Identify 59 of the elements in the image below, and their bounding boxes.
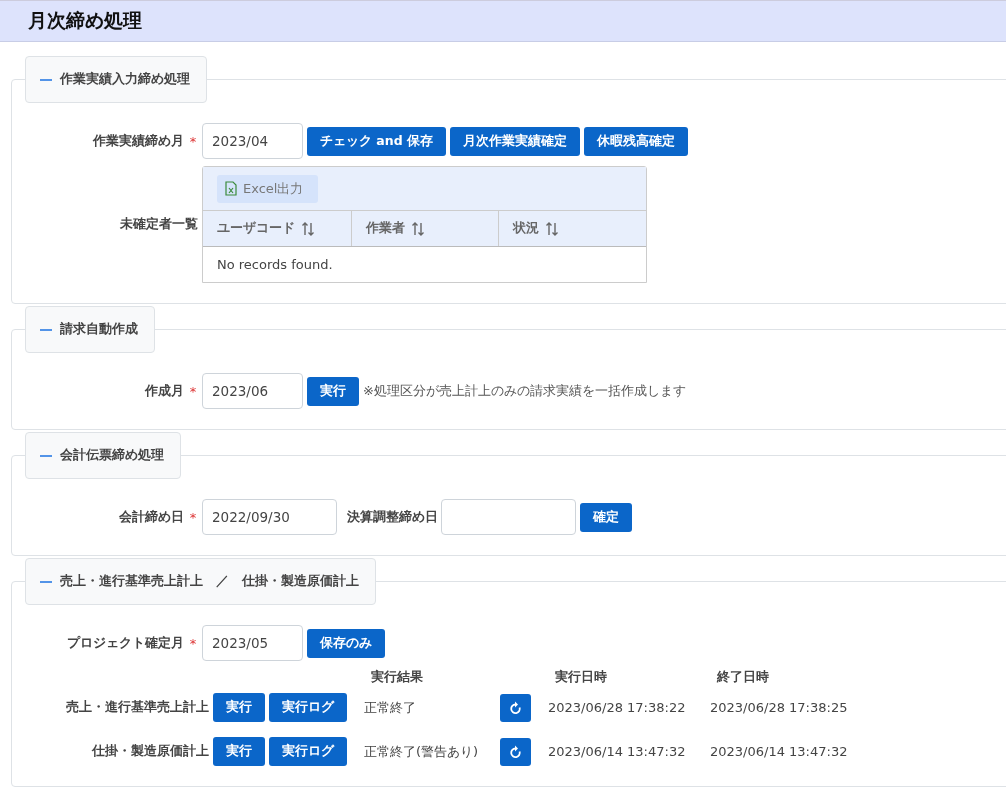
start-time: 2023/06/28 17:38:22 [548, 700, 687, 715]
input-field[interactable]: 2022/09/30 [202, 499, 337, 535]
column-header[interactable]: ユーザコード [203, 211, 351, 246]
save-button[interactable]: 保存のみ [307, 628, 385, 658]
action-button[interactable]: 月次作業実績確定 [450, 126, 580, 156]
note-text: ※処理区分が売上計上のみの請求実績を一括作成します [363, 382, 686, 400]
field-label: 決算調整締め日 [347, 508, 438, 526]
action-button[interactable]: チェック and 保存 [307, 126, 446, 156]
refresh-icon [509, 744, 522, 759]
run-button[interactable]: 実行 [213, 693, 265, 722]
end-time: 2023/06/14 13:47:32 [710, 744, 849, 759]
required-mark: * [188, 383, 198, 399]
empty-message: No records found. [216, 256, 334, 274]
confirm-button[interactable]: 確定 [580, 502, 632, 532]
refresh-icon [509, 700, 522, 715]
section-title: 会計伝票締め処理 [60, 447, 164, 464]
sort-icon [302, 221, 314, 236]
required-mark: * [188, 635, 198, 651]
field-label: プロジェクト確定月 [66, 634, 184, 652]
refresh-button[interactable] [500, 737, 531, 766]
field-label: 作業実績締め月 [91, 132, 184, 150]
section-title: 請求自動作成 [60, 321, 138, 338]
field-label: 作成月 [143, 382, 184, 400]
section-toggle[interactable]: 売上・進行基準売上計上 ／ 仕掛・製造原価計上 [25, 558, 376, 605]
section-title: 作業実績入力締め処理 [60, 71, 190, 88]
section-title: 売上・進行基準売上計上 ／ 仕掛・製造原価計上 [60, 573, 359, 590]
section-toggle[interactable]: 作業実績入力締め処理 [25, 56, 207, 103]
log-button[interactable]: 実行ログ [269, 737, 347, 766]
job-label: 仕掛・製造原価計上 [90, 743, 209, 760]
result-text: 正常終了 [364, 698, 417, 717]
input-field[interactable]: 2023/06 [202, 373, 303, 409]
sort-icon [411, 221, 424, 236]
column-header: 実行結果 [370, 669, 424, 686]
column-header: 実行日時 [554, 669, 608, 686]
spreadsheet-file-icon [225, 181, 237, 196]
result-text: 正常終了(警告あり) [364, 742, 480, 761]
section-toggle[interactable]: 会計伝票締め処理 [25, 432, 181, 479]
required-mark: * [188, 133, 198, 149]
run-button[interactable]: 実行 [307, 376, 359, 406]
required-mark: * [188, 509, 198, 525]
refresh-button[interactable] [500, 693, 531, 722]
export-button[interactable]: Excel出力 [217, 174, 319, 203]
column-header[interactable]: 状況 [498, 211, 646, 246]
field-label: 会計締め日 [118, 508, 184, 526]
list-label: 未確定者一覧 [119, 216, 198, 233]
input-field[interactable]: 2023/04 [202, 123, 303, 159]
section-toggle[interactable]: 請求自動作成 [25, 306, 155, 353]
page-title: 月次締め処理 [28, 8, 142, 33]
input-field[interactable] [441, 499, 576, 535]
column-header: 終了日時 [716, 669, 770, 686]
job-label: 売上・進行基準売上計上 [65, 699, 209, 716]
sort-icon [546, 221, 559, 236]
input-field[interactable]: 2023/05 [202, 625, 303, 661]
log-button[interactable]: 実行ログ [269, 693, 347, 722]
end-time: 2023/06/28 17:38:25 [710, 700, 849, 715]
action-button[interactable]: 休暇残高確定 [584, 126, 688, 156]
start-time: 2023/06/14 13:47:32 [548, 744, 687, 759]
run-button[interactable]: 実行 [213, 737, 265, 766]
column-header[interactable]: 作業者 [350, 211, 499, 246]
